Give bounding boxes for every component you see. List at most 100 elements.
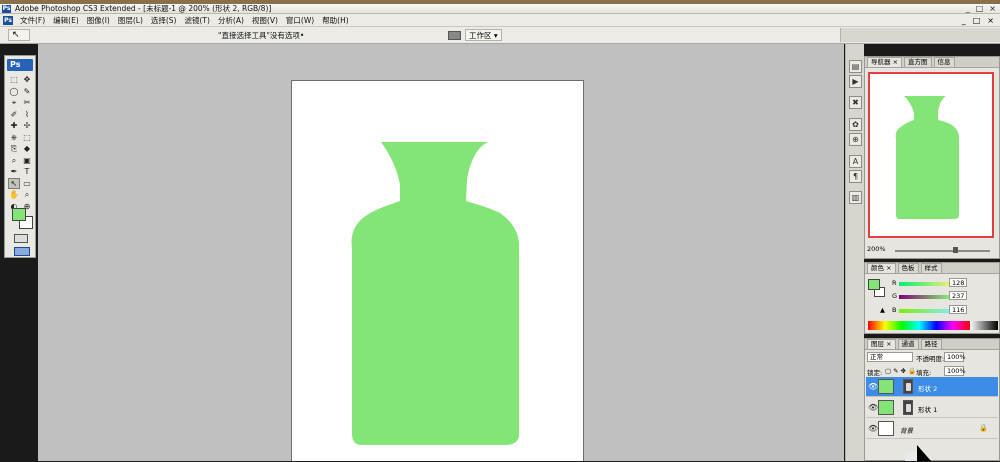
tab-layers[interactable]: 图层 × — [867, 339, 896, 349]
minimize-button[interactable]: _ — [966, 4, 970, 14]
grayscale-ramp[interactable] — [970, 321, 998, 330]
fill-input[interactable]: 100% — [944, 366, 966, 376]
brush-tool-icon[interactable]: ⌇ — [21, 109, 33, 121]
clone-stamp-tool-icon[interactable]: ✚ — [8, 120, 20, 132]
menu-edit[interactable]: 编辑(E) — [49, 15, 83, 26]
mouse-cursor-icon — [905, 445, 931, 461]
tab-info[interactable]: 信息 — [933, 57, 955, 67]
tab-color[interactable]: 颜色 × — [867, 263, 896, 273]
bridge-icon[interactable] — [448, 30, 461, 40]
green-value-input[interactable]: 237 — [949, 291, 967, 300]
vase-path[interactable] — [351, 142, 519, 445]
dodge-tool-icon[interactable]: ◆ — [21, 143, 33, 155]
green-slider[interactable] — [899, 295, 953, 299]
menu-filter[interactable]: 滤镜(T) — [181, 15, 214, 26]
hand-tool-icon[interactable]: ✋ — [8, 189, 20, 201]
crop-tool-icon[interactable]: ⌖ — [8, 97, 20, 109]
doc-close-button[interactable]: × — [987, 16, 994, 25]
menu-file[interactable]: 文件(F) — [16, 15, 49, 26]
navigator-preview[interactable] — [868, 72, 994, 238]
document-canvas[interactable] — [291, 80, 584, 461]
red-value-input[interactable]: 128 — [949, 278, 967, 287]
menu-layer[interactable]: 图层(L) — [114, 15, 147, 26]
history-panel-icon[interactable]: ▤ — [849, 60, 862, 73]
gradient-tool-icon[interactable]: ⬚ — [21, 132, 33, 144]
layer-comps-panel-icon[interactable]: ▥ — [849, 191, 862, 204]
brushes-panel-icon[interactable]: ✿ — [849, 118, 862, 131]
menu-window[interactable]: 窗口(W) — [282, 15, 318, 26]
blue-label: B — [892, 306, 897, 314]
clone-source-panel-icon[interactable]: ⊕ — [849, 133, 862, 146]
zoom-small-tool-icon[interactable]: ⌕ — [8, 155, 20, 167]
lock-buttons[interactable]: ▢✎✥🔒 — [885, 367, 918, 375]
pen-tool-icon[interactable]: ✒ — [8, 166, 20, 178]
rectangle-tool-icon[interactable]: ▣ — [21, 155, 33, 167]
maximize-button[interactable]: □ — [976, 4, 984, 14]
color-spectrum-bar[interactable] — [868, 321, 998, 330]
close-button[interactable]: × — [989, 4, 996, 14]
menu-help[interactable]: 帮助(H) — [318, 15, 353, 26]
history-brush-tool-icon[interactable]: ✢ — [21, 120, 33, 132]
direct-selection-icon: ↖ — [12, 30, 20, 40]
menu-select[interactable]: 选择(S) — [147, 15, 181, 26]
red-slider[interactable] — [899, 282, 953, 286]
navigator-zoom-slider[interactable] — [895, 247, 990, 253]
tab-channels[interactable]: 通道 — [897, 339, 919, 349]
zoom-slider-knob[interactable] — [953, 247, 958, 253]
layer-name[interactable]: 形状 2 — [918, 383, 937, 393]
zoom-tool-icon[interactable]: ⌕ — [21, 189, 33, 201]
slice-tool-icon[interactable]: ✂ — [21, 97, 33, 109]
doc-restore-button[interactable]: □ — [973, 16, 981, 25]
layer-thumbnail — [878, 400, 894, 415]
eraser-tool-icon[interactable]: ⎈ — [8, 132, 20, 144]
tab-swatches[interactable]: 色板 — [897, 263, 919, 273]
document-icon[interactable]: Ps — [3, 15, 13, 25]
opacity-input[interactable]: 100% — [944, 352, 966, 362]
layer-row[interactable]: 👁 背景 🔒 — [866, 419, 998, 439]
menu-analysis[interactable]: 分析(A) — [214, 15, 248, 26]
actions-panel-icon[interactable]: ▶ — [849, 75, 862, 88]
character-panel-icon[interactable]: A — [849, 155, 862, 168]
eye-icon[interactable]: 👁 — [868, 382, 878, 391]
eye-icon[interactable]: 👁 — [868, 403, 878, 412]
move-tool-icon[interactable]: ✥ — [21, 74, 33, 86]
shape-tool-icon[interactable]: ▭ — [21, 178, 33, 190]
lasso-tool-icon[interactable]: ◯ — [8, 86, 20, 98]
menu-view[interactable]: 视图(V) — [248, 15, 282, 26]
blue-channel-row: ▲ B 116 — [869, 305, 997, 316]
blue-value-input[interactable]: 116 — [949, 305, 967, 314]
vase-shape[interactable] — [292, 81, 585, 462]
blue-slider[interactable] — [899, 309, 953, 313]
foreground-color-swatch[interactable] — [12, 208, 26, 221]
navigator-vase-thumbnail — [895, 96, 959, 219]
tab-paths[interactable]: 路径 — [920, 339, 942, 349]
navigator-zoom-value[interactable]: 200% — [867, 245, 886, 253]
quick-mask-icon[interactable] — [14, 234, 28, 243]
layer-name[interactable]: 形状 1 — [918, 404, 937, 414]
doc-minimize-button[interactable]: _ — [962, 16, 966, 25]
eye-icon[interactable]: 👁 — [868, 424, 878, 433]
layer-row[interactable]: 👁 形状 2 — [866, 377, 998, 397]
tab-histogram[interactable]: 直方图 — [904, 57, 932, 67]
tool-presets-panel-icon[interactable]: ✖ — [849, 96, 862, 109]
layer-row[interactable]: 👁 形状 1 — [866, 398, 998, 418]
workspace-button[interactable]: 工作区 ▾ — [465, 29, 502, 41]
panel-dock-header — [840, 28, 1000, 42]
layer-name[interactable]: 背景 — [900, 425, 913, 435]
paragraph-panel-icon[interactable]: ¶ — [849, 170, 862, 183]
tab-styles[interactable]: 样式 — [920, 263, 942, 273]
tab-navigator[interactable]: 导航器 × — [867, 57, 903, 67]
blur-tool-icon[interactable]: ⎘ — [8, 143, 20, 155]
fill-label: 填充: — [916, 369, 932, 377]
vector-mask-thumbnail — [903, 400, 913, 415]
window-title: Adobe Photoshop CS3 Extended - [未标题-1 @ … — [15, 4, 272, 13]
screen-mode-icon[interactable] — [14, 247, 30, 256]
tool-preset-picker[interactable]: ↖ — [8, 29, 30, 41]
healing-brush-tool-icon[interactable]: ✐ — [8, 109, 20, 121]
magic-wand-tool-icon[interactable]: ✎ — [21, 86, 33, 98]
path-selection-tool-icon[interactable]: ↖ — [8, 177, 20, 189]
type-tool-icon[interactable]: T — [21, 166, 33, 178]
marquee-tool-icon[interactable]: ⬚ — [8, 74, 20, 86]
blend-mode-select[interactable]: 正常 — [867, 352, 913, 362]
menu-image[interactable]: 图像(I) — [83, 15, 114, 26]
